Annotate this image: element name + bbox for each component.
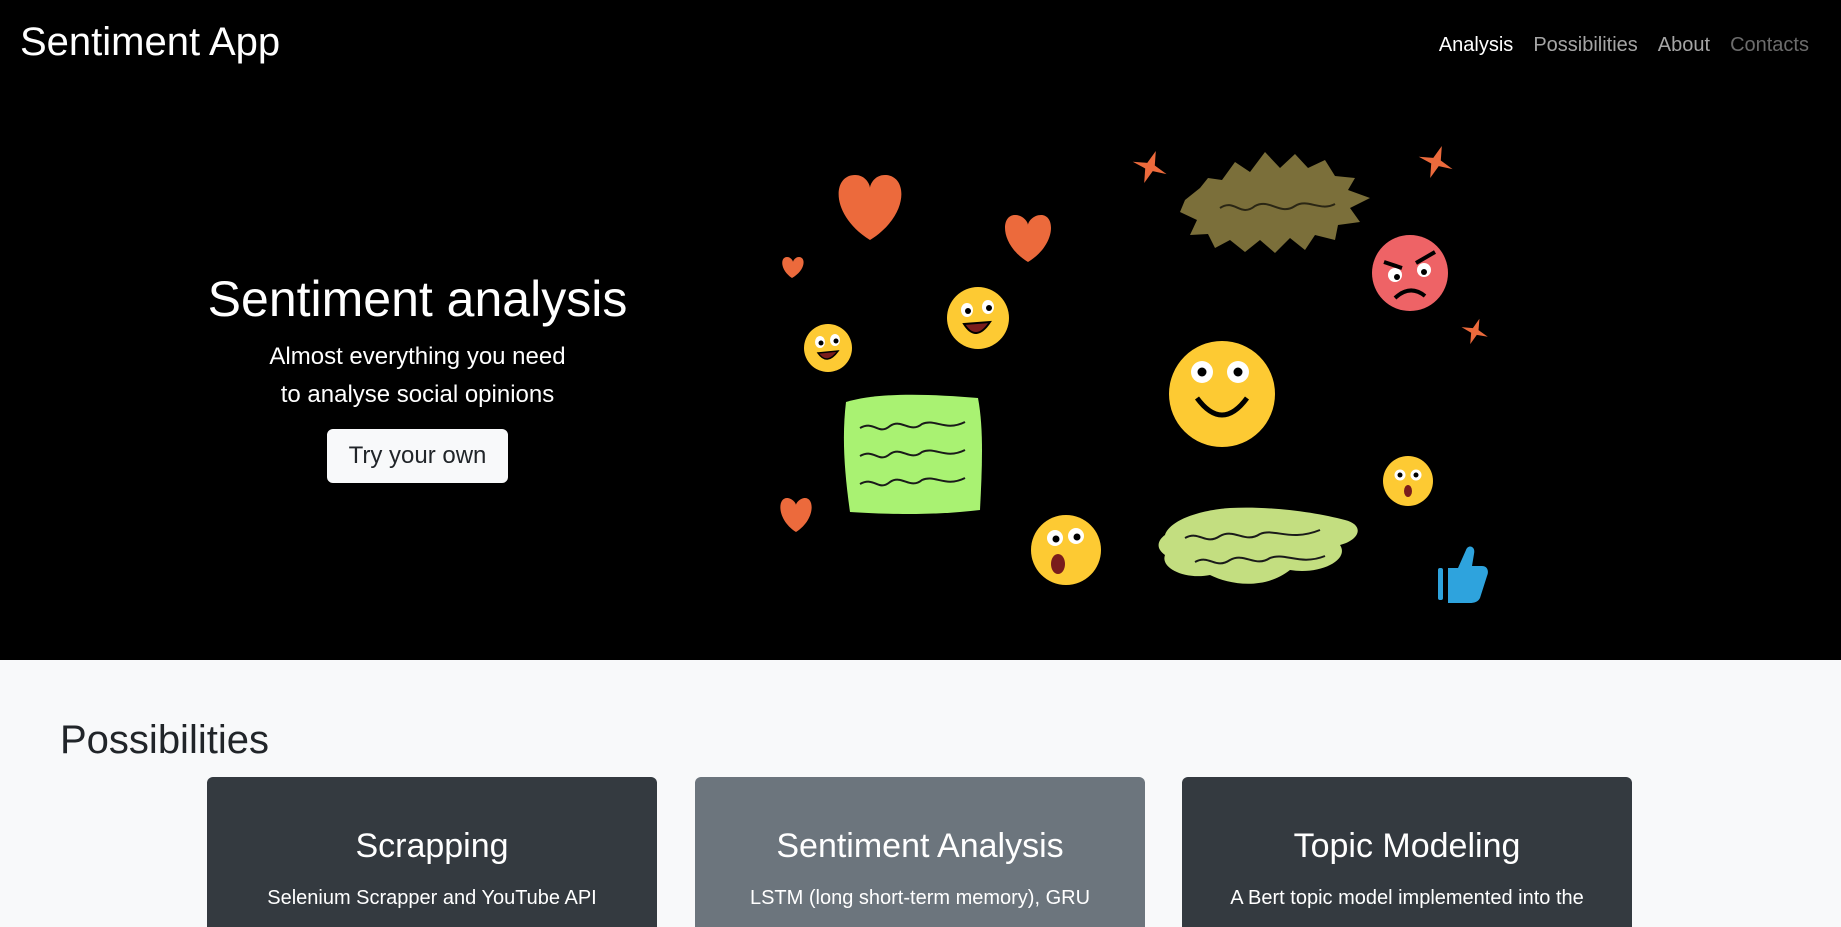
card-text: A Bert topic model implemented into the: [1230, 887, 1584, 909]
surprised-emoji-icon: [1031, 515, 1101, 585]
surprised-emoji-icon: [1383, 456, 1433, 506]
speech-bubble-icon: [843, 394, 982, 514]
speech-bubble-icon: [1158, 507, 1358, 584]
heart-icon: [1005, 215, 1051, 262]
card-sentiment-analysis[interactable]: Sentiment Analysis LSTM (long short-term…: [695, 777, 1145, 927]
card-title: Scrapping: [355, 827, 509, 865]
sparkle-icon: [1461, 318, 1488, 345]
card-topic-modeling[interactable]: Topic Modeling A Bert topic model implem…: [1182, 777, 1632, 927]
heart-icon: [782, 257, 804, 278]
top-nav: Analysis Possibilities About Contacts: [1439, 34, 1809, 57]
heart-icon: [838, 175, 902, 240]
sparkle-icon: [1418, 146, 1453, 178]
smile-emoji-icon: [1169, 341, 1275, 447]
card-text: Selenium Scrapper and YouTube API: [267, 887, 597, 909]
card-title: Sentiment Analysis: [776, 827, 1064, 865]
card-title: Topic Modeling: [1293, 827, 1521, 865]
thumbs-up-icon: [1438, 546, 1488, 603]
possibilities-title: Possibilities: [60, 718, 269, 762]
hero-subtitle: Almost everything you need to analyse so…: [180, 338, 655, 414]
hero-subtitle-line-2: to analyse social opinions: [280, 381, 555, 408]
nav-item-analysis[interactable]: Analysis: [1439, 34, 1513, 57]
laugh-emoji-icon: [804, 324, 852, 372]
hero-section: Sentiment App Analysis Possibilities Abo…: [0, 0, 1841, 660]
nav-item-contacts[interactable]: Contacts: [1730, 34, 1809, 57]
card-scrapping[interactable]: Scrapping Selenium Scrapper and YouTube …: [207, 777, 657, 927]
angry-emoji-icon: [1372, 235, 1448, 311]
sparkle-icon: [1132, 151, 1167, 183]
speech-bubble-icon: [1180, 152, 1370, 253]
hero-title: Sentiment analysis: [207, 271, 628, 327]
brand-logo[interactable]: Sentiment App: [20, 20, 280, 65]
nav-item-possibilities[interactable]: Possibilities: [1533, 34, 1637, 57]
sentiment-illustration: [780, 146, 1488, 603]
nav-item-about[interactable]: About: [1658, 34, 1710, 57]
card-text: LSTM (long short-term memory), GRU: [749, 887, 1091, 909]
laugh-emoji-icon: [947, 287, 1009, 349]
try-your-own-button[interactable]: Try your own: [326, 429, 509, 483]
hero-copy: Sentiment analysis Almost everything you…: [180, 270, 655, 483]
heart-icon: [780, 498, 812, 532]
hero-subtitle-line-1: Almost everything you need: [269, 343, 566, 370]
